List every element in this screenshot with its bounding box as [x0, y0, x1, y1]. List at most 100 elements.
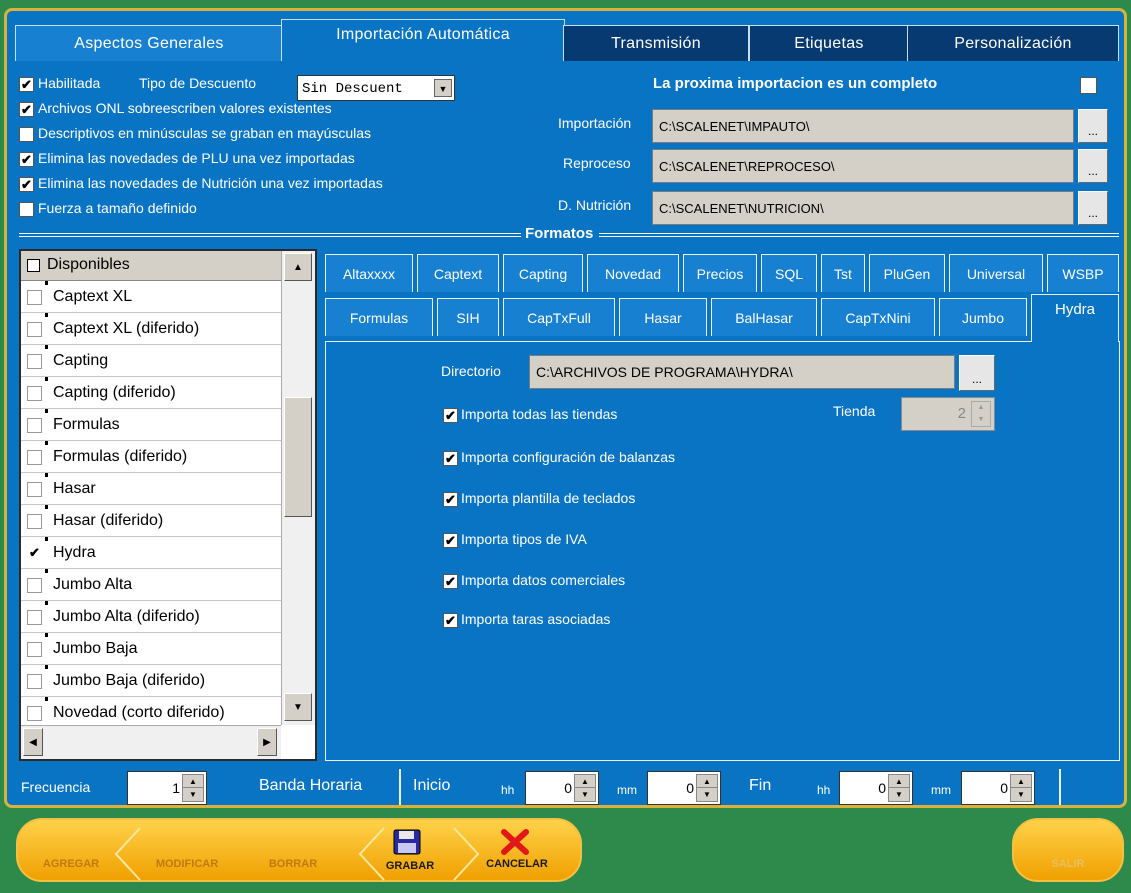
tipo-descuento-select[interactable]: Sin Descuent ▼ — [297, 75, 455, 101]
hydra-option-checkbox-tiendas[interactable]: ✔ — [443, 408, 458, 423]
list-item-checkbox[interactable] — [27, 642, 42, 657]
tab-importacion-automatica[interactable]: Importación Automática — [281, 19, 565, 61]
tab-sih[interactable]: SIH — [437, 298, 499, 336]
horizontal-scrollbar[interactable]: ◀ ▶ — [21, 725, 281, 759]
list-item[interactable]: Capting — [21, 345, 281, 377]
tab-jumbo[interactable]: Jumbo — [939, 298, 1027, 336]
list-item-checkbox[interactable] — [27, 610, 42, 625]
option-checkbox-nutricion[interactable]: ✔ — [19, 177, 34, 192]
scroll-up-arrow-icon[interactable]: ▲ — [284, 253, 312, 281]
tab-etiquetas[interactable]: Etiquetas — [749, 25, 909, 61]
tab-captext[interactable]: Captext — [417, 254, 499, 292]
tab-aspectos-generales[interactable]: Aspectos Generales — [15, 25, 283, 61]
fin-hh-spinner[interactable]: 0 ▲ ▼ — [839, 771, 913, 805]
list-item[interactable]: Hasar — [21, 473, 281, 505]
list-item-checkbox[interactable] — [27, 450, 42, 465]
tab-wsbp[interactable]: WSBP — [1047, 254, 1119, 292]
tab-sql[interactable]: SQL — [761, 254, 817, 292]
list-item-checkbox[interactable] — [27, 290, 42, 305]
borrar-button[interactable]: BORRAR — [258, 858, 328, 870]
list-item-checkbox[interactable] — [27, 354, 42, 369]
list-item-checkbox[interactable] — [27, 482, 42, 497]
scroll-down-arrow-icon[interactable]: ▼ — [284, 693, 312, 721]
tab-plugen[interactable]: PluGen — [869, 254, 945, 292]
option-checkbox-minusculas[interactable] — [19, 127, 34, 142]
list-item[interactable]: ✔ Hydra — [21, 537, 281, 569]
inicio-hh-spinner[interactable]: 0 ▲ ▼ — [525, 771, 599, 805]
salir-button[interactable]: SALIR — [1028, 858, 1108, 870]
list-item[interactable]: Formulas (diferido) — [21, 441, 281, 473]
tienda-spinner[interactable]: 2 ▲ ▼ — [901, 397, 995, 431]
list-item[interactable]: Jumbo Baja — [21, 633, 281, 665]
tab-altaxxxx[interactable]: Altaxxxx — [325, 254, 413, 292]
list-item-checkbox[interactable] — [27, 674, 42, 689]
list-item-checkbox[interactable] — [27, 578, 42, 593]
spinner-arrows-icon[interactable]: ▲ ▼ — [574, 774, 596, 802]
select-all-checkbox[interactable] — [27, 259, 40, 272]
directorio-path-field[interactable]: C:\ARCHIVOS DE PROGRAMA\HYDRA\ — [529, 355, 955, 389]
tab-transmision[interactable]: Transmisión — [563, 25, 749, 61]
list-item[interactable]: Formulas — [21, 409, 281, 441]
importacion-browse-button[interactable]: ... — [1078, 109, 1108, 143]
frecuencia-spinner[interactable]: 1 ▲ ▼ — [127, 771, 207, 805]
option-checkbox-onl[interactable]: ✔ — [19, 102, 34, 117]
directorio-browse-button[interactable]: ... — [959, 355, 995, 391]
tab-universal[interactable]: Universal — [949, 254, 1043, 292]
tab-personalizacion[interactable]: Personalización — [907, 25, 1119, 61]
tab-formulas[interactable]: Formulas — [325, 298, 433, 336]
cancelar-button[interactable]: CANCELAR — [472, 858, 562, 870]
chevron-down-icon[interactable]: ▼ — [434, 79, 452, 97]
scroll-right-arrow-icon[interactable]: ▶ — [257, 728, 277, 756]
tab-novedad[interactable]: Novedad — [587, 254, 679, 292]
list-item-checkbox[interactable] — [27, 418, 42, 433]
option-checkbox-plu[interactable]: ✔ — [19, 152, 34, 167]
proxima-completo-checkbox[interactable] — [1080, 77, 1097, 94]
tab-balhasar[interactable]: BalHasar — [711, 298, 817, 336]
spinner-arrows-icon[interactable]: ▲ ▼ — [696, 774, 718, 802]
formatos-disponibles-list[interactable]: Disponibles Captext XL Captext XL (difer… — [19, 249, 317, 761]
fin-mm-spinner[interactable]: 0 ▲ ▼ — [961, 771, 1035, 805]
habilitada-checkbox[interactable]: ✔ — [19, 77, 34, 92]
list-item[interactable]: Captext XL (diferido) — [21, 313, 281, 345]
tab-hasar[interactable]: Hasar — [619, 298, 707, 336]
inicio-mm-spinner[interactable]: 0 ▲ ▼ — [647, 771, 721, 805]
tab-capting[interactable]: Capting — [503, 254, 583, 292]
list-item[interactable]: Capting (diferido) — [21, 377, 281, 409]
hydra-option-checkbox-taras[interactable]: ✔ — [443, 613, 458, 628]
reproceso-path-field[interactable]: C:\SCALENET\REPROCESO\ — [652, 149, 1074, 183]
reproceso-browse-button[interactable]: ... — [1078, 149, 1108, 183]
tab-tst[interactable]: Tst — [821, 254, 865, 292]
vertical-scrollbar[interactable]: ▲ ▼ — [281, 251, 315, 725]
agregar-button[interactable]: AGREGAR — [26, 858, 116, 870]
grabar-button[interactable]: GRABAR — [372, 860, 448, 872]
spinner-arrows-icon[interactable]: ▲ ▼ — [888, 774, 910, 802]
hydra-option-checkbox-iva[interactable]: ✔ — [443, 533, 458, 548]
list-item[interactable]: Jumbo Baja (diferido) — [21, 665, 281, 697]
tab-precios[interactable]: Precios — [683, 254, 757, 292]
hydra-option-checkbox-teclados[interactable]: ✔ — [443, 492, 458, 507]
importacion-path-field[interactable]: C:\SCALENET\IMPAUTO\ — [652, 109, 1074, 143]
list-item[interactable]: Jumbo Alta — [21, 569, 281, 601]
list-item[interactable]: Hasar (diferido) — [21, 505, 281, 537]
spinner-arrows-icon[interactable]: ▲ ▼ — [971, 401, 991, 427]
list-item-checkbox[interactable] — [27, 706, 42, 721]
spinner-arrows-icon[interactable]: ▲ ▼ — [182, 774, 204, 802]
hydra-option-checkbox-balanzas[interactable]: ✔ — [443, 451, 458, 466]
list-item-checkbox[interactable]: ✔ — [27, 546, 42, 561]
nutricion-path-field[interactable]: C:\SCALENET\NUTRICION\ — [652, 191, 1074, 225]
scroll-left-arrow-icon[interactable]: ◀ — [23, 728, 43, 756]
list-item-checkbox[interactable] — [27, 514, 42, 529]
list-item-checkbox[interactable] — [27, 386, 42, 401]
tab-hydra[interactable]: Hydra — [1031, 294, 1119, 342]
tab-captxfull[interactable]: CapTxFull — [503, 298, 615, 336]
list-item-checkbox[interactable] — [27, 322, 42, 337]
option-checkbox-tamano[interactable] — [19, 202, 34, 217]
spinner-arrows-icon[interactable]: ▲ ▼ — [1010, 774, 1032, 802]
list-item[interactable]: Captext XL — [21, 281, 281, 313]
nutricion-browse-button[interactable]: ... — [1078, 191, 1108, 225]
hydra-option-checkbox-comerciales[interactable]: ✔ — [443, 574, 458, 589]
list-item[interactable]: Jumbo Alta (diferido) — [21, 601, 281, 633]
tab-captxnini[interactable]: CapTxNini — [821, 298, 935, 336]
modificar-button[interactable]: MODIFICAR — [134, 858, 240, 870]
scroll-thumb[interactable] — [284, 397, 312, 517]
